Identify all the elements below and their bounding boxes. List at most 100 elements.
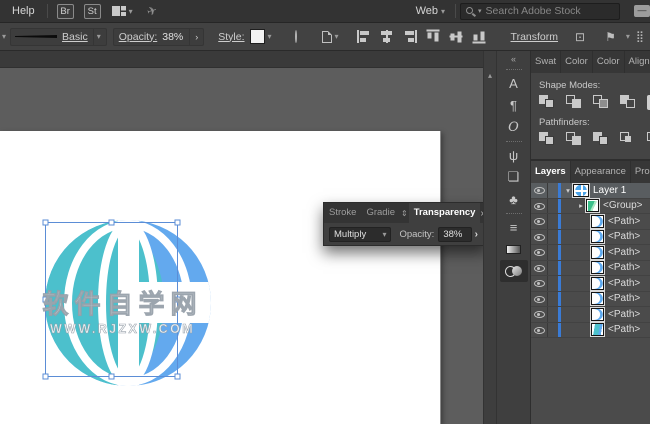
layer-row[interactable]: <Path> bbox=[531, 292, 650, 308]
layer-label[interactable]: <Path> bbox=[608, 293, 640, 304]
transparency-panel-icon[interactable] bbox=[500, 260, 528, 282]
tab-transparency[interactable]: Transparency bbox=[409, 203, 481, 223]
tab-propertie[interactable]: Propertie bbox=[631, 161, 650, 183]
select-similar-button[interactable]: ⚑ ▾ bbox=[598, 30, 630, 44]
tab-swat[interactable]: Swat bbox=[531, 51, 561, 73]
tab-stroke[interactable]: Stroke bbox=[324, 203, 361, 223]
visibility-toggle[interactable] bbox=[531, 276, 548, 291]
layer-row[interactable]: <Path> bbox=[531, 323, 650, 339]
transform-link[interactable]: Transform bbox=[511, 31, 558, 43]
brushes-panel-icon[interactable]: ψ bbox=[500, 144, 528, 166]
chevron-down-icon[interactable]: ▾ bbox=[93, 29, 104, 45]
layer-label[interactable]: Layer 1 bbox=[593, 185, 626, 196]
layer-label[interactable]: <Path> bbox=[608, 262, 640, 273]
recolor-artwork-icon[interactable] bbox=[295, 30, 297, 43]
tab-layers[interactable]: Layers bbox=[531, 161, 571, 183]
align-vertical-top-icon[interactable] bbox=[426, 30, 439, 44]
visibility-toggle[interactable] bbox=[531, 292, 548, 307]
pathfinder-merge-icon[interactable] bbox=[593, 132, 610, 147]
canvas[interactable]: 软件自学网 WWW.RJZXW.COM StrokeGradie⇕Transpa… bbox=[0, 51, 483, 424]
shape-mode-unite-icon[interactable] bbox=[539, 95, 556, 110]
tab-gradie[interactable]: Gradie bbox=[361, 203, 400, 223]
layer-row[interactable]: <Path> bbox=[531, 230, 650, 246]
layer-label[interactable]: <Path> bbox=[608, 324, 640, 335]
visibility-toggle[interactable] bbox=[531, 307, 548, 322]
layer-thumbnail[interactable] bbox=[591, 215, 604, 228]
expand-chevron-icon[interactable]: ▾ bbox=[563, 186, 573, 195]
layer-thumbnail[interactable] bbox=[573, 184, 589, 197]
chevron-down-icon[interactable]: ▾ bbox=[268, 32, 272, 41]
style-label[interactable]: Style: bbox=[218, 31, 244, 43]
paragraph-panel-icon[interactable]: ¶ bbox=[500, 94, 528, 116]
visibility-toggle[interactable] bbox=[531, 323, 548, 338]
pathfinder-crop-icon[interactable] bbox=[620, 132, 637, 147]
pathfinder-trim-icon[interactable] bbox=[566, 132, 583, 147]
layer-label[interactable]: <Path> bbox=[608, 309, 640, 320]
visibility-toggle[interactable] bbox=[531, 230, 548, 245]
arrange-documents-button[interactable]: ▾ bbox=[112, 6, 133, 16]
layer-thumbnail[interactable] bbox=[591, 277, 604, 290]
visibility-toggle[interactable] bbox=[531, 199, 548, 214]
layer-thumbnail[interactable] bbox=[591, 292, 604, 305]
layer-thumbnail[interactable] bbox=[591, 230, 604, 243]
layer-label[interactable]: <Group> bbox=[603, 200, 642, 211]
workspace-switcher-icon[interactable]: ⣿ bbox=[636, 30, 644, 43]
tab-color[interactable]: Color bbox=[593, 51, 625, 73]
style-control[interactable]: Style: ▾ bbox=[218, 29, 271, 44]
graphic-styles-panel-icon[interactable]: ❏ bbox=[500, 166, 528, 188]
minimize-button[interactable]: — bbox=[634, 5, 650, 17]
gradient-panel-icon[interactable] bbox=[500, 238, 528, 260]
layer-label[interactable]: <Path> bbox=[608, 247, 640, 258]
shape-mode-intersect-icon[interactable] bbox=[593, 95, 610, 110]
brushes-toolbar-button[interactable]: Br bbox=[57, 4, 74, 19]
tab-align[interactable]: Align bbox=[625, 51, 650, 73]
stroke-preset-dropdown[interactable]: Basic ▾ bbox=[10, 28, 107, 46]
style-swatch[interactable] bbox=[250, 29, 265, 44]
align-vertical-bottom-icon[interactable] bbox=[472, 30, 485, 44]
opacity-value-field[interactable]: 38% bbox=[438, 227, 471, 242]
visibility-toggle[interactable] bbox=[531, 261, 548, 276]
align-horizontal-center-icon[interactable] bbox=[380, 30, 394, 43]
symbols-panel-icon[interactable]: ♣ bbox=[500, 188, 528, 210]
bounding-box-icon[interactable]: ⊡ bbox=[575, 30, 585, 44]
stroke-panel-icon[interactable]: ≡ bbox=[500, 216, 528, 238]
tab-color[interactable]: Color bbox=[561, 51, 593, 73]
opacity-value[interactable]: 38% bbox=[162, 31, 183, 43]
layer-row[interactable]: ▾ Layer 1 bbox=[531, 183, 650, 199]
submenu-arrow-icon[interactable]: › bbox=[472, 229, 481, 240]
opacity-control[interactable]: Opacity: 38% › bbox=[113, 28, 205, 46]
layer-label[interactable]: <Path> bbox=[608, 278, 640, 289]
vertical-scrollbar[interactable]: ▴ bbox=[483, 51, 496, 424]
stock-search-input[interactable]: ▾ Search Adobe Stock bbox=[460, 3, 620, 20]
submenu-arrow-icon[interactable]: › bbox=[189, 29, 203, 45]
visibility-toggle[interactable] bbox=[531, 183, 548, 198]
layer-label[interactable]: <Path> bbox=[608, 231, 640, 242]
visibility-toggle[interactable] bbox=[531, 245, 548, 260]
stroke-preset-label[interactable]: Basic bbox=[62, 31, 88, 43]
align-horizontal-right-icon[interactable] bbox=[403, 30, 417, 43]
expand-chevron-icon[interactable]: ▸ bbox=[576, 201, 586, 210]
blend-mode-dropdown[interactable]: Multiply ▾ bbox=[329, 227, 391, 242]
visibility-toggle[interactable] bbox=[531, 214, 548, 229]
document-profile-dropdown[interactable]: Web ▾ bbox=[416, 5, 445, 17]
opacity-label[interactable]: Opacity: bbox=[119, 31, 158, 43]
gpu-performance-icon[interactable]: ✈ bbox=[145, 3, 159, 19]
character-panel-icon[interactable]: A bbox=[500, 72, 528, 94]
opentype-panel-icon[interactable]: O bbox=[500, 116, 528, 138]
layer-thumbnail[interactable] bbox=[591, 246, 604, 259]
layer-row[interactable]: <Path> bbox=[531, 245, 650, 261]
layer-row[interactable]: <Path> bbox=[531, 261, 650, 277]
layer-row[interactable]: ▸ <Group> bbox=[531, 199, 650, 215]
layer-thumbnail[interactable] bbox=[591, 323, 604, 336]
shape-mode-minus-front-icon[interactable] bbox=[566, 95, 583, 110]
graphic-styles-toolbar-button[interactable]: St bbox=[84, 4, 101, 19]
align-vertical-center-icon[interactable] bbox=[449, 30, 462, 44]
collapse-dock-icon[interactable]: « bbox=[497, 51, 530, 66]
expand-panel-icon[interactable]: » bbox=[480, 208, 483, 219]
menu-help[interactable]: Help bbox=[4, 5, 43, 17]
transparency-panel[interactable]: StrokeGradie⇕Transparency » ≡ Multiply ▾… bbox=[323, 202, 483, 246]
tab-appearance[interactable]: Appearance bbox=[571, 161, 631, 183]
layer-row[interactable]: <Path> bbox=[531, 307, 650, 323]
pathfinder-divide-icon[interactable] bbox=[539, 132, 556, 147]
layer-row[interactable]: <Path> bbox=[531, 214, 650, 230]
